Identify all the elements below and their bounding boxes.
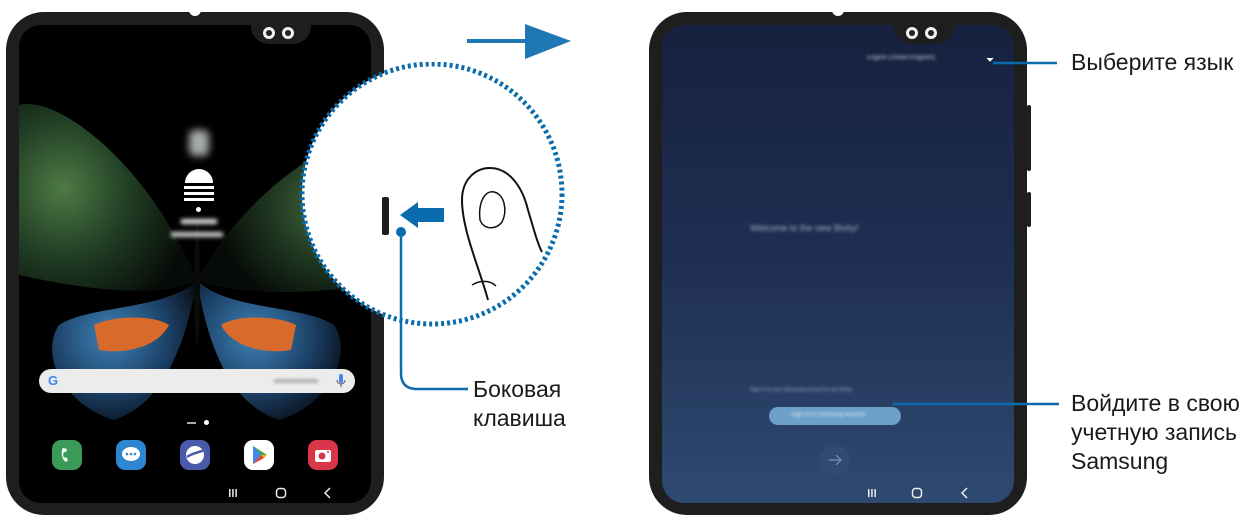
sign-in-leader [893, 402, 1059, 406]
camera-app-icon[interactable] [308, 440, 338, 470]
next-arrow-icon [829, 454, 843, 466]
back-icon[interactable] [960, 487, 970, 499]
nav-bar [662, 483, 1014, 503]
messages-app-icon[interactable] [116, 440, 146, 470]
language-leader [993, 61, 1057, 65]
side-key-label-line2: клавиша [473, 405, 566, 431]
location-pin-icon [196, 207, 201, 212]
play-store-app-icon[interactable] [244, 440, 274, 470]
camera-notch [894, 22, 954, 44]
top-hinge-mark [189, 10, 201, 16]
weather-temp-blur [189, 130, 209, 156]
welcome-text: Welcome to the new Bixby! [750, 223, 859, 233]
nav-bar [19, 483, 371, 503]
setup-screen: English (United Kingdom) Welcome to the … [662, 25, 1014, 503]
sign-in-label-line3: Samsung [1071, 448, 1169, 474]
side-key-callout: Боковая клавиша [473, 375, 566, 433]
recent-apps-icon[interactable] [867, 488, 877, 498]
next-arrow-button[interactable] [820, 445, 850, 475]
weather-widget[interactable] [169, 125, 229, 245]
side-key-label-line1: Боковая [473, 376, 562, 402]
select-language-callout: Выберите язык [1071, 49, 1234, 75]
camera-notch [251, 22, 311, 44]
weather-date-blur [171, 232, 223, 237]
top-hinge-mark [832, 10, 844, 16]
sign-in-callout: Войдите в свою учетную запись Samsung [1071, 389, 1240, 476]
search-hint-blur [274, 379, 318, 383]
sign-in-button[interactable]: Sign in to Samsung account [769, 407, 901, 425]
volume-key[interactable] [1027, 105, 1031, 171]
right-device: English (United Kingdom) Welcome to the … [649, 10, 1027, 515]
weather-cloud-icon [184, 169, 214, 201]
sign-in-hint-text: Sign in to your Samsung account to use B… [750, 387, 853, 393]
side-key[interactable] [1027, 192, 1031, 227]
language-selector[interactable]: English (United Kingdom) [867, 55, 935, 61]
internet-app-icon[interactable] [180, 440, 210, 470]
google-search-bar[interactable]: G [39, 369, 355, 393]
flow-arrow-icon [467, 24, 571, 59]
app-dock [19, 440, 371, 480]
google-g-icon: G [48, 373, 59, 388]
zoomed-side-key [382, 197, 389, 235]
sign-in-button-label: Sign in to Samsung account [791, 412, 866, 418]
home-icon[interactable] [275, 487, 287, 499]
weather-location-blur [181, 219, 217, 224]
back-icon[interactable] [323, 487, 333, 499]
sign-in-label-line2: учетную запись [1071, 419, 1238, 445]
mic-icon[interactable] [336, 374, 346, 388]
sign-in-label-line1: Войдите в свою [1071, 390, 1240, 416]
home-icon[interactable] [911, 487, 923, 499]
recent-apps-icon[interactable] [228, 488, 238, 498]
phone-app-icon[interactable] [52, 440, 82, 470]
